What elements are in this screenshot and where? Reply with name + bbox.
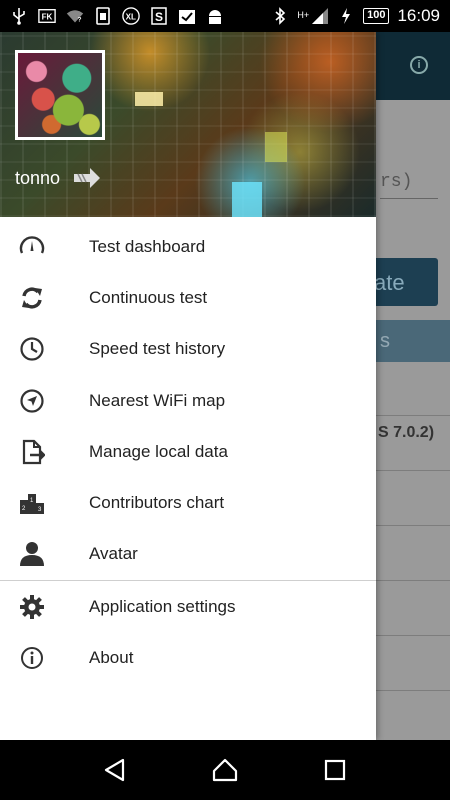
- system-navigation-bar: [0, 740, 450, 800]
- sim-card-icon: [94, 7, 112, 25]
- bluetooth-icon: [271, 7, 289, 25]
- svg-text:XL: XL: [126, 13, 136, 22]
- background-row: [376, 362, 450, 416]
- file-export-icon: [19, 439, 45, 465]
- status-bar: FK ? XL S H+ 100 16:09: [0, 0, 450, 32]
- network-type-label: H+: [297, 10, 310, 20]
- clock-icon: [19, 336, 45, 362]
- drawer-menu: Test dashboard Continuous test Speed tes…: [0, 217, 376, 580]
- navigation-icon: [19, 388, 45, 414]
- background-input-underline: [380, 198, 438, 199]
- person-icon: [19, 541, 45, 567]
- xl-icon: XL: [122, 7, 140, 25]
- home-button[interactable]: [205, 750, 245, 790]
- menu-item-speed-test-history[interactable]: Speed test history: [0, 324, 376, 375]
- usb-icon: [10, 7, 28, 25]
- clock: 16:09: [397, 6, 440, 25]
- menu-item-test-dashboard[interactable]: Test dashboard: [0, 221, 376, 272]
- svg-text:S: S: [155, 10, 163, 24]
- background-input-hint: rs): [380, 172, 413, 192]
- square-icon: [324, 759, 346, 781]
- background-row: [376, 472, 450, 526]
- back-triangle-icon: [104, 758, 125, 782]
- background-row: [376, 527, 450, 581]
- menu-item-avatar[interactable]: Avatar: [0, 529, 376, 580]
- background-list-header: s: [376, 320, 450, 362]
- navigation-drawer: tonno Test dashboard Continuous test Spe…: [0, 32, 376, 740]
- back-button[interactable]: [95, 750, 135, 790]
- gear-icon: [19, 594, 45, 620]
- recents-button[interactable]: [315, 750, 355, 790]
- background-row: [376, 637, 450, 691]
- username: tonno: [15, 168, 61, 188]
- drawer-header: tonno: [0, 32, 376, 217]
- menu-item-manage-local-data[interactable]: Manage local data: [0, 426, 376, 477]
- podium-icon: 213: [19, 490, 45, 516]
- android-icon: [206, 7, 224, 25]
- charging-icon: [337, 7, 355, 25]
- menu-item-nearest-wifi-map[interactable]: Nearest WiFi map: [0, 375, 376, 426]
- account-switch-arrow-icon[interactable]: [72, 166, 102, 190]
- menu-item-contributors-chart[interactable]: 213 Contributors chart: [0, 477, 376, 528]
- home-icon: [212, 758, 238, 782]
- repeat-icon: [19, 285, 45, 311]
- checkbox-icon: [178, 7, 196, 25]
- avatar[interactable]: [15, 50, 105, 140]
- background-row: [376, 582, 450, 636]
- wifi-question-icon: ?: [66, 7, 84, 25]
- svg-text:?: ?: [77, 17, 81, 24]
- drawer-secondary-menu: Application settings About: [0, 581, 376, 684]
- battery-level: 100: [363, 8, 390, 24]
- menu-item-about[interactable]: About: [0, 632, 376, 683]
- notification-icons: FK ? XL S: [10, 7, 224, 25]
- fk-icon: FK: [38, 7, 56, 25]
- info-icon: [19, 645, 45, 671]
- background-row-text: S 7.0.2): [378, 424, 435, 441]
- s-app-icon: S: [150, 7, 168, 25]
- menu-item-continuous-test[interactable]: Continuous test: [0, 272, 376, 323]
- svg-text:FK: FK: [42, 13, 53, 22]
- speedometer-icon: [19, 234, 45, 260]
- info-icon: i: [410, 56, 428, 74]
- menu-item-application-settings[interactable]: Application settings: [0, 581, 376, 632]
- signal-icon: [311, 7, 329, 25]
